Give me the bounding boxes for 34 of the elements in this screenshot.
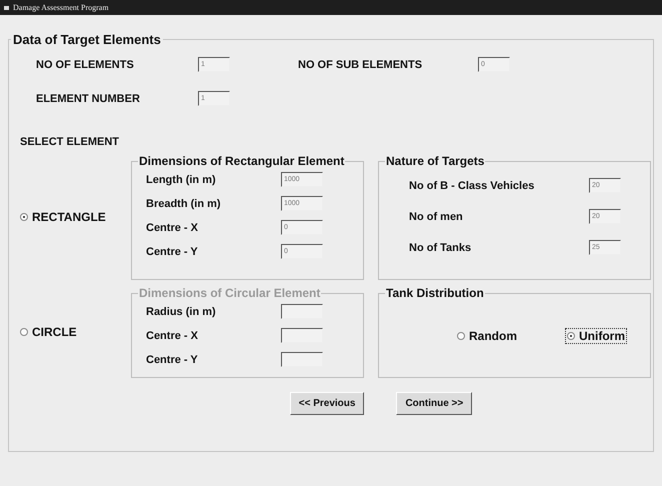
input-field[interactable]	[281, 304, 323, 319]
field-label: Centre - X	[146, 222, 199, 234]
radio-dot[interactable]	[20, 328, 28, 336]
field-label: Length (in m)	[146, 174, 217, 186]
radio-button[interactable]: CIRCLE	[18, 324, 79, 340]
radio-button[interactable]: Random	[455, 328, 519, 344]
group-title: Dimensions of Rectangular Element	[138, 154, 346, 168]
window-title: Damage Assessment Program	[13, 3, 109, 12]
nav-button[interactable]: Continue >>	[396, 392, 472, 415]
radio-dot[interactable]	[457, 332, 465, 340]
field-label: No of Tanks	[409, 242, 472, 254]
field-label: Breadth (in m)	[146, 198, 222, 210]
field-label: No of men	[409, 210, 464, 222]
radio-dot[interactable]	[20, 213, 28, 221]
field-label: Centre - Y	[146, 246, 199, 258]
group-title: Dimensions of Circular Element	[138, 286, 322, 300]
field-label: Centre - Y	[146, 354, 199, 366]
field-label: NO OF ELEMENTS	[36, 58, 135, 70]
section-label: SELECT ELEMENT	[20, 136, 120, 148]
nav-button[interactable]: << Previous	[290, 392, 364, 415]
window-icon	[4, 6, 9, 10]
field-label: No of B - Class Vehicles	[409, 180, 536, 192]
group-title: Tank Distribution	[385, 286, 485, 300]
radio-dot[interactable]	[567, 332, 575, 340]
input-field[interactable]	[281, 328, 323, 343]
radio-button[interactable]: Uniform	[565, 328, 627, 344]
field-label: Radius (in m)	[146, 306, 217, 318]
radio-button[interactable]: RECTANGLE	[18, 209, 108, 225]
input-field[interactable]	[281, 352, 323, 367]
field-label: Centre - X	[146, 330, 199, 342]
field-label: NO OF SUB ELEMENTS	[298, 58, 424, 70]
group-title: Nature of Targets	[385, 154, 486, 168]
field-label: ELEMENT NUMBER	[36, 92, 141, 104]
group-title: Data of Target Elements	[12, 32, 162, 47]
